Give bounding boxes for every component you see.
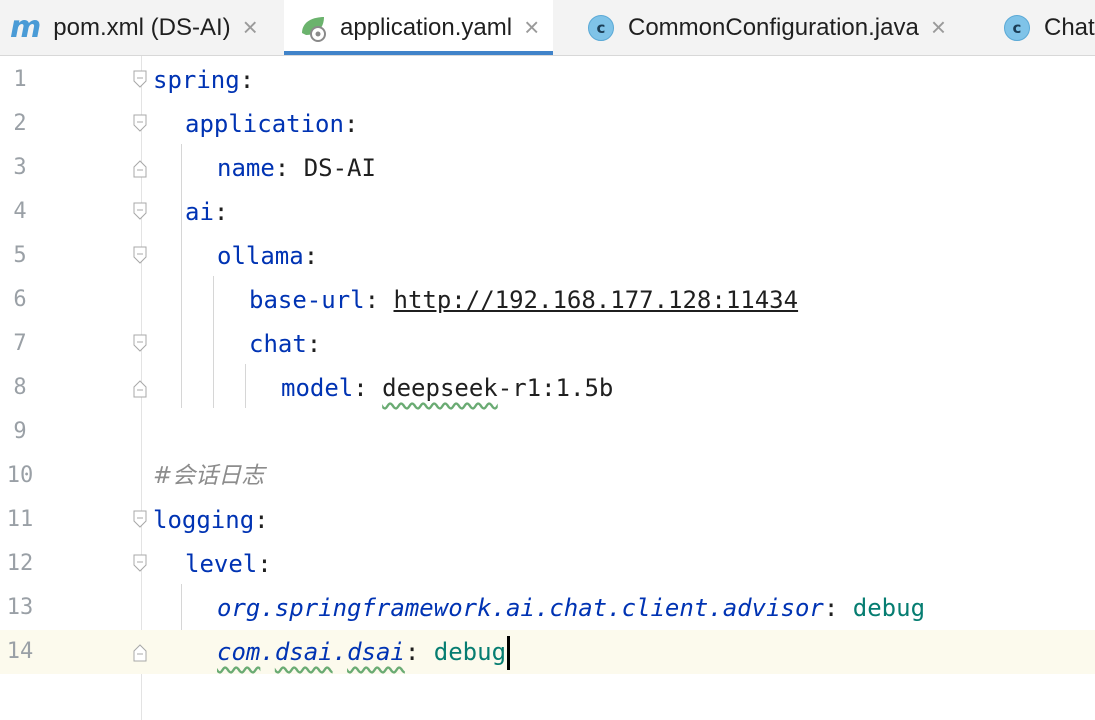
active-tab-indicator <box>284 51 554 55</box>
yaml-sep: : <box>306 330 322 358</box>
maven-icon: m <box>10 10 42 45</box>
yaml-key: ollama <box>217 242 304 270</box>
yaml-key: application <box>185 110 344 138</box>
yaml-key: . <box>332 638 348 666</box>
line-number: 3 <box>13 155 27 180</box>
code-line[interactable]: 3 name: DS-AI <box>0 146 1095 190</box>
yaml-key: com <box>217 638 261 666</box>
line-number: 9 <box>13 419 27 444</box>
fold-end-icon[interactable] <box>132 377 148 399</box>
code-editor[interactable]: 1 spring: 2 application: 3 name: DS-AI 4… <box>0 56 1095 720</box>
yaml-sep: : <box>274 154 304 182</box>
line-number: 6 <box>13 287 27 312</box>
fold-end-icon[interactable] <box>132 157 148 179</box>
yaml-value: debug <box>433 638 507 666</box>
tab-pom-xml[interactable]: m pom.xml (DS-AI) × <box>10 0 258 55</box>
yaml-key: dsai <box>274 638 333 666</box>
fold-open-icon[interactable] <box>132 333 148 355</box>
fold-open-icon[interactable] <box>132 201 148 223</box>
spring-leaf-icon <box>298 13 330 43</box>
tab-chat[interactable]: c Chat <box>1004 0 1095 55</box>
editor-tab-bar: m pom.xml (DS-AI) × application.yaml × c… <box>0 0 1095 56</box>
code-line[interactable]: 2 application: <box>0 102 1095 146</box>
line-number: 14 <box>6 639 34 664</box>
yaml-key: dsai <box>347 638 405 666</box>
code-line[interactable]: 8 model: deepseek-r1:1.5b <box>0 366 1095 410</box>
code-line[interactable]: 11 logging: <box>0 498 1095 542</box>
line-number: 10 <box>6 463 34 488</box>
line-number: 12 <box>6 551 34 576</box>
line-number: 13 <box>6 595 34 620</box>
line-number: 7 <box>13 331 27 356</box>
java-class-icon: c <box>1004 14 1030 41</box>
fold-open-icon[interactable] <box>132 245 148 267</box>
yaml-value: debug <box>852 594 926 622</box>
tab-label: CommonConfiguration.java <box>628 13 919 41</box>
yaml-sep: : <box>213 198 229 226</box>
close-icon[interactable]: × <box>524 12 539 43</box>
tab-label: pom.xml (DS-AI) <box>53 13 231 41</box>
line-number: 11 <box>6 507 34 532</box>
yaml-sep: : <box>353 374 383 402</box>
yaml-sep: : <box>257 550 272 578</box>
yaml-key: . <box>260 638 275 666</box>
yaml-key: model <box>281 374 354 402</box>
fold-end-icon[interactable] <box>132 641 148 663</box>
code-line[interactable]: 1 spring: <box>0 58 1095 102</box>
url-link[interactable]: http://192.168.177.128:11434 <box>394 286 799 314</box>
yaml-key: org.springframework.ai.chat.client.advis… <box>217 594 824 622</box>
line-number: 8 <box>13 375 27 400</box>
text-caret <box>507 636 511 670</box>
yaml-sep: : <box>239 66 255 94</box>
yaml-sep: : <box>254 506 269 534</box>
yaml-key: chat <box>249 330 307 358</box>
yaml-sep: : <box>303 242 319 270</box>
code-line[interactable]: 10 #会话日志 <box>0 454 1095 498</box>
tab-application-yaml[interactable]: application.yaml × <box>284 0 554 55</box>
yaml-comment: #会话日志 <box>153 463 265 489</box>
code-line[interactable]: 9 <box>0 410 1095 454</box>
code-line[interactable]: 6 base-url: http://192.168.177.128:11434 <box>0 278 1095 322</box>
fold-open-icon[interactable] <box>132 113 148 135</box>
yaml-key: level <box>185 550 258 578</box>
code-line-current[interactable]: 14 com.dsai.dsai: debug <box>0 630 1095 674</box>
yaml-value: DS-AI <box>303 154 376 182</box>
line-number: 4 <box>13 199 27 224</box>
close-icon[interactable]: × <box>931 12 946 43</box>
code-line[interactable]: 7 chat: <box>0 322 1095 366</box>
yaml-sep: : <box>343 110 359 138</box>
fold-open-icon[interactable] <box>132 553 148 575</box>
yaml-value: -r1:1.5b <box>497 374 614 402</box>
close-icon[interactable]: × <box>243 12 258 43</box>
code-line[interactable]: 4 ai: <box>0 190 1095 234</box>
code-line[interactable]: 5 ollama: <box>0 234 1095 278</box>
code-line[interactable]: 12 level: <box>0 542 1095 586</box>
line-number: 2 <box>13 111 27 136</box>
yaml-value: deepseek <box>382 374 498 402</box>
tab-label: application.yaml <box>340 13 513 41</box>
yaml-key: base-url <box>249 286 365 314</box>
java-class-icon: c <box>588 14 614 41</box>
yaml-sep: : <box>404 638 434 666</box>
line-number: 1 <box>13 67 27 92</box>
yaml-key: ai <box>185 198 214 226</box>
tab-common-configuration-java[interactable]: c CommonConfiguration.java × <box>588 0 946 55</box>
yaml-key: spring <box>153 66 240 94</box>
code-line[interactable]: 13 org.springframework.ai.chat.client.ad… <box>0 586 1095 630</box>
yaml-key: name <box>217 154 275 182</box>
yaml-sep: : <box>823 594 853 622</box>
fold-open-icon[interactable] <box>132 509 148 531</box>
yaml-key: logging <box>153 506 255 534</box>
yaml-sep: : <box>364 286 394 314</box>
fold-open-icon[interactable] <box>132 69 148 91</box>
tab-label: Chat <box>1044 13 1095 41</box>
line-number: 5 <box>13 243 27 268</box>
